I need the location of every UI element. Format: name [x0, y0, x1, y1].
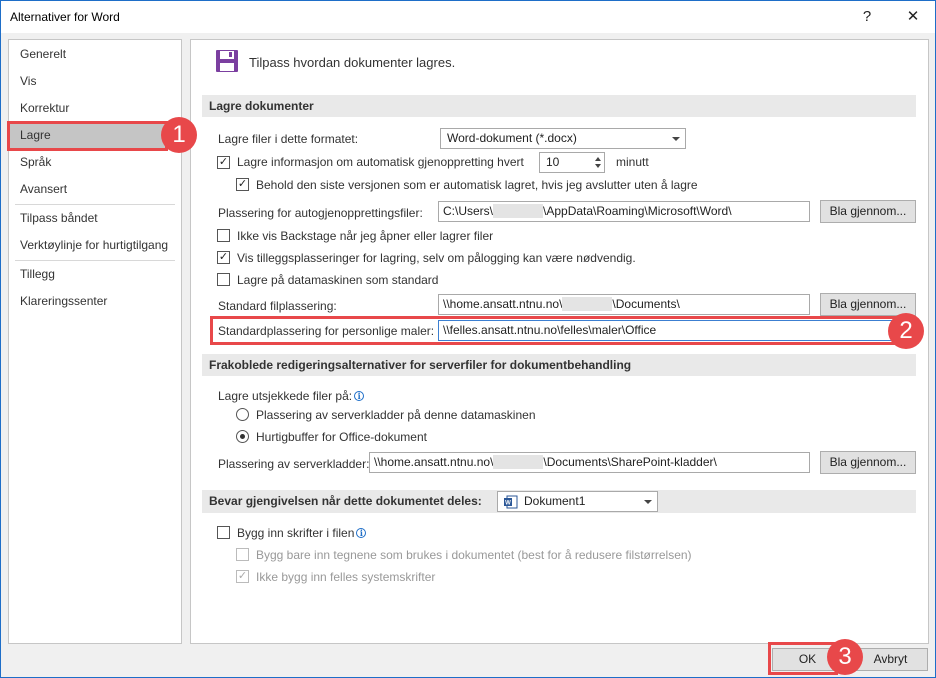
title-bar: Alternativer for Word ? ✕ — [1, 1, 935, 33]
autorecover-location-label: Plassering for autogjenopprettingsfiler: — [218, 206, 423, 220]
sidebar-item-tillegg[interactable]: Tillegg — [9, 262, 181, 287]
save-computer-checkbox[interactable] — [217, 273, 230, 286]
keep-last-label: Behold den siste versjonen som er automa… — [256, 178, 698, 192]
info-icon[interactable]: i — [356, 528, 367, 538]
annotation-badge-3: 3 — [827, 639, 863, 675]
radio-office-cache[interactable] — [236, 430, 249, 443]
svg-text:W: W — [505, 501, 511, 507]
radio-server-drafts[interactable] — [236, 408, 249, 421]
embed-used-chars-checkbox — [236, 548, 249, 561]
redacted-username — [562, 297, 613, 311]
section-heading-offline: Frakoblede redigeringsalternativer for s… — [202, 354, 916, 376]
embed-used-chars-label: Bygg bare inn tegnene som brukes i dokum… — [256, 548, 692, 562]
browse-drafts-button[interactable]: Bla gjennom... — [820, 451, 916, 474]
fidelity-heading-text: Bevar gjengivelsen når dette dokumentet … — [209, 494, 482, 508]
redacted-username — [493, 204, 544, 218]
annotation-badge-1: 1 — [161, 117, 197, 153]
sidebar-item-tilpass-baandet[interactable]: Tilpass båndet — [9, 206, 181, 231]
annotation-badge-2: 2 — [888, 313, 924, 349]
autorecover-checkbox[interactable]: ✓ — [217, 156, 230, 169]
sidebar-item-avansert[interactable]: Avansert — [9, 177, 181, 202]
radio-office-cache-label: Hurtigbuffer for Office-dokument — [256, 430, 427, 444]
sidebar-item-verktoylinje[interactable]: Verktøylinje for hurtigtilgang — [9, 233, 181, 258]
format-label: Lagre filer i dette formatet: — [218, 132, 359, 146]
show-extra-locations-checkbox[interactable]: ✓ — [217, 251, 230, 264]
highlight-lagre — [7, 121, 168, 151]
no-common-fonts-label: Ikke bygg inn felles systemskrifter — [256, 570, 436, 584]
sidebar-item-korrektur[interactable]: Korrektur — [9, 96, 181, 121]
close-button[interactable]: ✕ — [898, 5, 928, 29]
autorecover-label: Lagre informasjon om automatisk gjenoppr… — [237, 155, 524, 169]
autorecover-unit: minutt — [616, 155, 649, 169]
checked-out-label: Lagre utsjekkede filer på: i — [218, 389, 365, 403]
no-backstage-checkbox[interactable] — [217, 229, 230, 242]
default-location-label: Standard filplassering: — [218, 299, 337, 313]
word-document-icon: W — [504, 495, 518, 509]
sidebar-item-klareringssenter[interactable]: Klareringssenter — [9, 289, 181, 314]
chevron-down-icon[interactable] — [595, 164, 601, 168]
fidelity-document-dropdown[interactable]: W Dokument1 — [497, 491, 658, 512]
fidelity-document-value: Dokument1 — [524, 494, 586, 508]
chevron-down-icon — [672, 137, 680, 141]
save-computer-label: Lagre på datamaskinen som standard — [237, 273, 439, 287]
cancel-button[interactable]: Avbryt — [853, 648, 928, 671]
chevron-up-icon[interactable] — [595, 157, 601, 161]
checked-out-text: Lagre utsjekkede filer på: — [218, 389, 353, 403]
options-dialog: Alternativer for Word ? ✕ Generelt Vis K… — [0, 0, 936, 678]
help-button[interactable]: ? — [852, 5, 882, 29]
keep-last-checkbox[interactable]: ✓ — [236, 178, 249, 191]
format-dropdown-value: Word-dokument (*.docx) — [447, 131, 577, 145]
redacted-username — [493, 455, 544, 469]
embed-fonts-checkbox[interactable] — [217, 526, 230, 539]
path-suffix: \Documents\ — [612, 297, 680, 311]
sidebar-divider — [15, 204, 175, 205]
show-extra-locations-label: Vis tilleggsplasseringer for lagring, se… — [237, 251, 636, 265]
no-backstage-label: Ikke vis Backstage når jeg åpner eller l… — [237, 229, 494, 243]
embed-fonts-text: Bygg inn skrifter i filen — [237, 526, 355, 540]
sidebar-item-sprak[interactable]: Språk — [9, 150, 181, 175]
path-prefix: \\home.ansatt.ntnu.no\ — [443, 297, 563, 311]
sidebar-item-generelt[interactable]: Generelt — [9, 42, 181, 67]
section-heading-save: Lagre dokumenter — [202, 95, 916, 117]
radio-server-drafts-label: Plassering av serverkladder på denne dat… — [256, 408, 536, 422]
chevron-down-icon — [644, 500, 652, 504]
sidebar-item-vis[interactable]: Vis — [9, 69, 181, 94]
drafts-location-label: Plassering av serverkladder: — [218, 457, 370, 471]
save-icon — [216, 50, 238, 72]
default-location-input[interactable]: \\home.ansatt.ntnu.no\ \Documents\ — [438, 294, 810, 315]
embed-fonts-label: Bygg inn skrifter i filen i — [237, 526, 367, 540]
path-suffix: \Documents\SharePoint-kladder\ — [543, 455, 717, 469]
info-icon[interactable]: i — [354, 391, 365, 401]
autorecover-minutes-stepper[interactable]: 10 — [539, 152, 605, 173]
path-prefix: C:\Users\ — [443, 204, 494, 218]
no-common-fonts-checkbox: ✓ — [236, 570, 249, 583]
sidebar-divider — [15, 260, 175, 261]
radio-selected-dot — [240, 434, 245, 439]
page-header-text: Tilpass hvordan dokumenter lagres. — [249, 55, 456, 70]
path-suffix: \AppData\Roaming\Microsoft\Word\ — [543, 204, 732, 218]
format-dropdown[interactable]: Word-dokument (*.docx) — [440, 128, 686, 149]
path-prefix: \\home.ansatt.ntnu.no\ — [374, 455, 494, 469]
autorecover-location-input[interactable]: C:\Users\ \AppData\Roaming\Microsoft\Word… — [438, 201, 810, 222]
highlight-templates — [210, 316, 896, 345]
browse-autorecover-button[interactable]: Bla gjennom... — [820, 200, 916, 223]
drafts-location-input[interactable]: \\home.ansatt.ntnu.no\ \Documents\SharePo… — [369, 452, 810, 473]
autorecover-minutes-value: 10 — [546, 155, 560, 169]
window-title: Alternativer for Word — [10, 10, 120, 24]
